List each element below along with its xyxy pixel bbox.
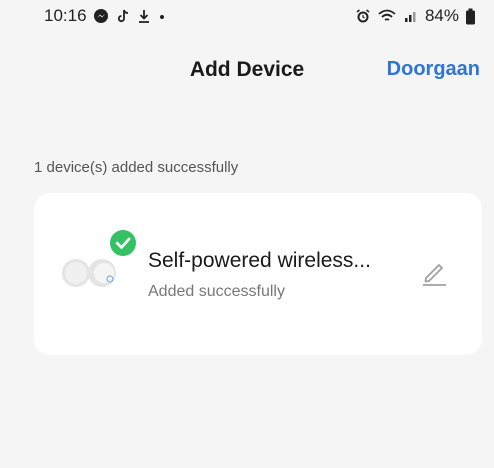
status-right: 84%: [355, 6, 476, 26]
status-bar: 10:16 84%: [0, 0, 494, 34]
success-check-icon: [110, 230, 136, 256]
tiktok-icon: [115, 8, 131, 24]
status-time: 10:16: [44, 6, 87, 25]
signal-icon: [403, 8, 419, 24]
wifi-icon: [377, 8, 397, 24]
device-image: [58, 227, 146, 297]
dot-icon: [157, 8, 167, 24]
device-status: Added successfully: [148, 283, 285, 300]
header: Add Device Doorgaan: [0, 34, 494, 104]
device-name: Self-powered wireless...: [148, 249, 371, 272]
device-card[interactable]: Self-powered wireless... Added successfu…: [34, 193, 482, 355]
summary-text: 1 device(s) added successfully: [34, 159, 239, 176]
battery-icon: [465, 8, 476, 25]
alarm-icon: [355, 8, 371, 24]
edit-icon[interactable]: [419, 257, 449, 287]
download-icon: [137, 8, 151, 24]
continue-button[interactable]: Doorgaan: [387, 58, 480, 81]
status-left: 10:16: [44, 6, 167, 26]
battery-percent: 84%: [424, 6, 459, 25]
messenger-icon: [93, 8, 109, 24]
